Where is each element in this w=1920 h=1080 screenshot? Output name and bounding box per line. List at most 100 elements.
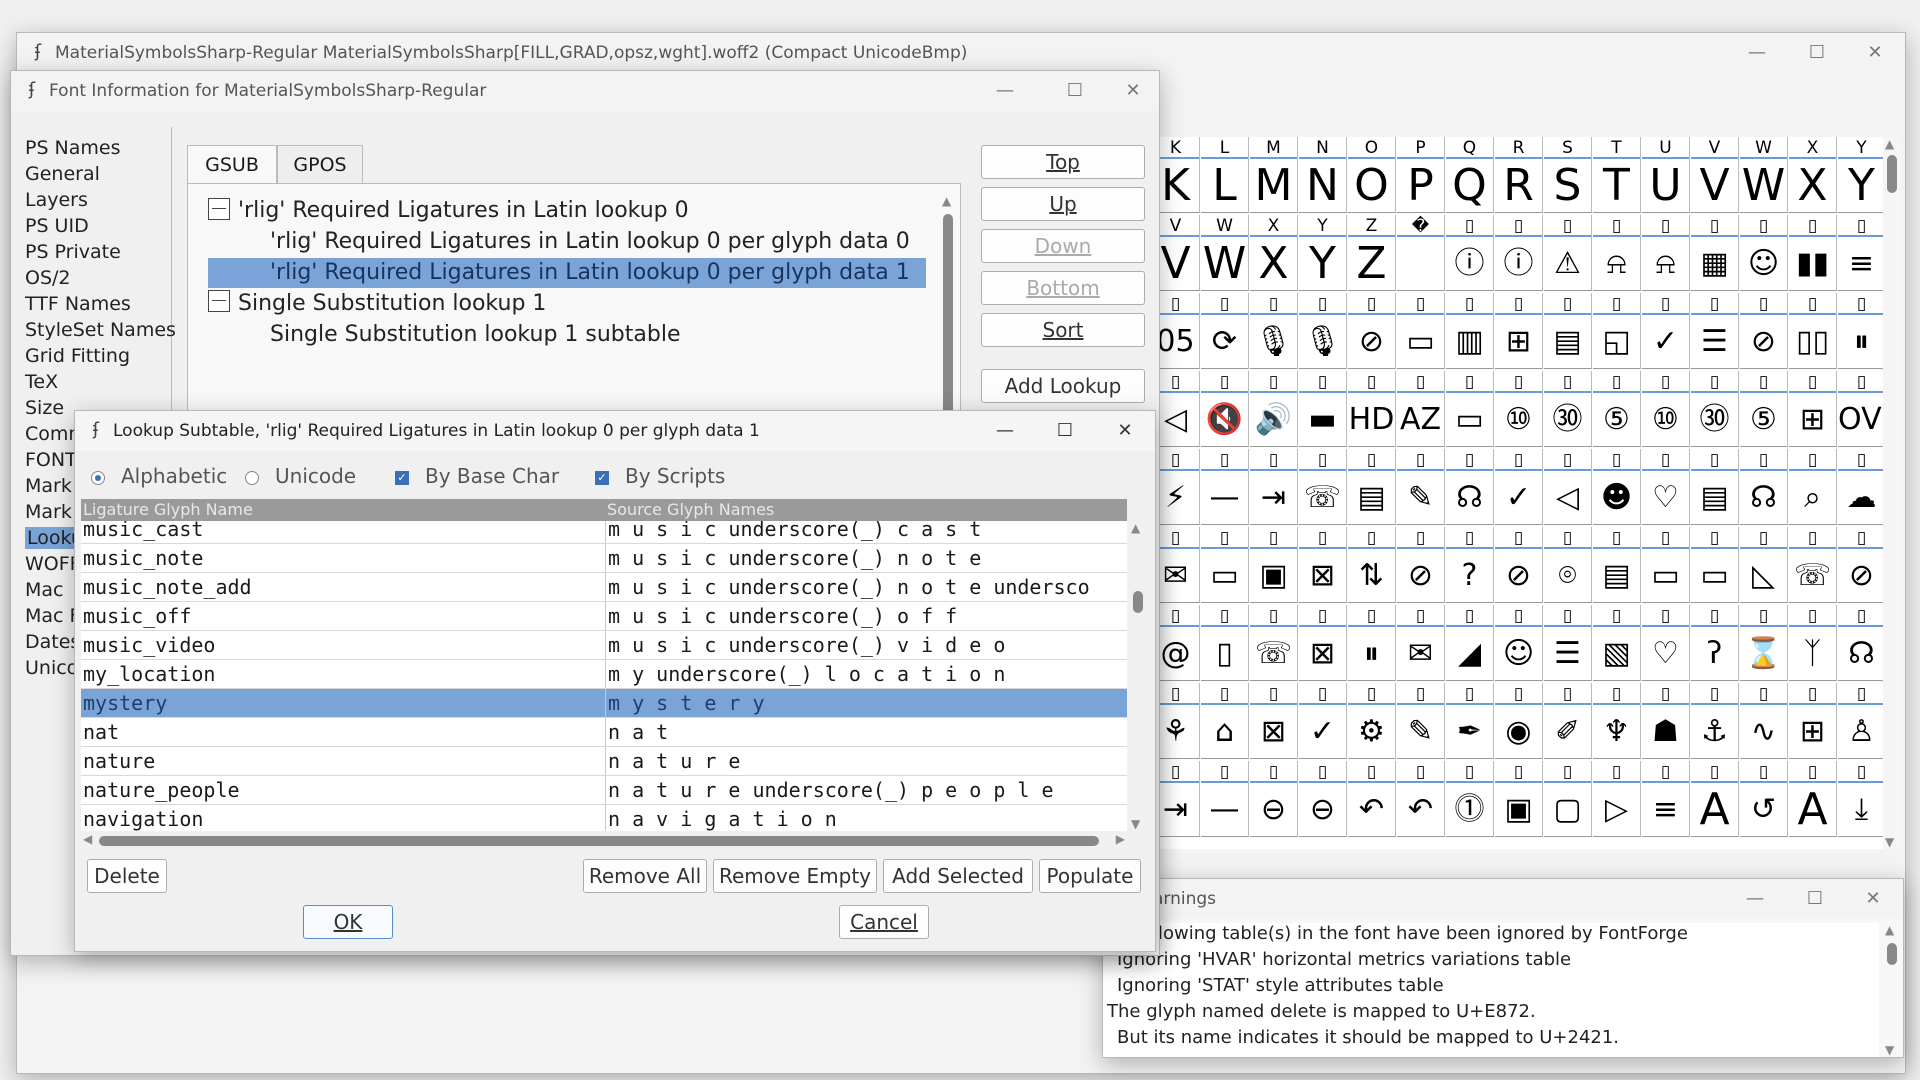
nav-item[interactable]: Comn [25,423,80,445]
scroll-up-arrow-icon[interactable]: ▲ [1885,137,1894,151]
unicode-label[interactable]: Unicode [275,464,356,488]
scroll-up-arrow-icon[interactable]: ▲ [942,194,951,208]
glyph-cell[interactable]: ▯ ☗ [1642,683,1690,759]
lookup-subtable-titlebar[interactable]: ʄ Lookup Subtable, 'rlig' Required Ligat… [75,411,1155,451]
table-row[interactable]: my_location m y underscore(_) l o c a t i… [81,660,1127,689]
scroll-thumb[interactable] [1133,591,1143,613]
minimize-icon[interactable]: — [975,73,1035,109]
glyph-cell[interactable]: ▯ ♡ [1642,449,1690,525]
glyph-cell[interactable]: ▯ ✉ [1397,605,1445,681]
glyph-cell[interactable]: ▯ ☁ [1838,449,1886,525]
glyph-cell[interactable]: ▯ A [1789,761,1837,837]
glyph-cell[interactable]: ▯ ☏ [1250,605,1298,681]
glyph-cell[interactable]: ▯ ✐ [1544,683,1592,759]
glyph-cell[interactable]: ▯ AZ [1397,371,1445,447]
glyph-cell[interactable]: ▯ ↺ [1740,761,1788,837]
glyph-cell[interactable]: WW [1740,137,1788,213]
ligature-glyph-name[interactable]: music_note_add [83,573,603,601]
ligature-glyph-name[interactable]: nature [83,747,603,775]
remove-empty-button[interactable]: Remove Empty [713,859,877,893]
glyph-cell[interactable]: ▯ ☏ [1789,527,1837,603]
glyph-cell[interactable]: ▯ ⊠ [1250,683,1298,759]
glyph-cell[interactable]: OO [1348,137,1396,213]
glyph-cell[interactable]: ▯ A [1691,761,1739,837]
ligature-glyph-name[interactable]: mystery [83,689,603,717]
glyph-cell[interactable]: ▯ ☻ [1593,449,1641,525]
glyph-cell[interactable]: ▯ ▤ [1691,449,1739,525]
glyph-cell[interactable]: ▯ ▭ [1201,527,1249,603]
source-glyph-names[interactable]: m u s i c underscore(_) n o t e [605,544,1127,572]
maximize-icon[interactable]: ☐ [1785,881,1845,917]
tab-gsub[interactable]: GSUB [187,145,277,184]
glyph-cell[interactable]: ▯ ♆ [1593,683,1641,759]
glyph-cell[interactable]: ▯ ✎ [1397,449,1445,525]
nav-item[interactable]: TeX [25,371,58,393]
nav-item[interactable]: Mark [25,475,72,497]
scroll-right-arrow-icon[interactable]: ▶ [1116,832,1125,846]
source-glyph-names[interactable]: m u s i c underscore(_) o f f [605,602,1127,630]
scroll-up-arrow-icon[interactable]: ▲ [1885,923,1894,937]
nav-item[interactable]: WOFF [25,553,81,575]
glyph-cell[interactable]: ▯ ⏸ [1838,293,1886,369]
glyph-cell[interactable]: ▯ ☊ [1446,449,1494,525]
glyph-cell[interactable]: ▯ ⊘ [1495,527,1543,603]
scroll-left-arrow-icon[interactable]: ◀ [83,832,92,846]
glyph-cell[interactable]: ▯ ⊠ [1299,527,1347,603]
glyph-cell[interactable]: ▯ ♡ [1642,605,1690,681]
nav-item[interactable]: PS Names [25,137,121,159]
minimize-icon[interactable]: — [975,413,1035,449]
tree-item[interactable]: 'rlig' Required Ligatures in Latin looku… [270,229,910,254]
source-glyph-names[interactable]: n a v i g a t i o n [605,805,1127,831]
glyph-cell[interactable]: ▯ ⑩ [1495,371,1543,447]
tree-item[interactable]: 'rlig' Required Ligatures in Latin looku… [238,198,689,223]
glyph-cell[interactable]: ▯ ▦ [1691,215,1739,291]
add-lookup-button[interactable]: Add Lookup [981,369,1145,403]
nav-item[interactable]: Dates [25,631,80,653]
nav-item[interactable]: TTF Names [25,293,131,315]
glyph-cell[interactable]: ▯ ʔ [1691,605,1739,681]
glyph-cell[interactable]: ▯ ▭ [1691,527,1739,603]
glyph-cell[interactable]: ▯ 🔇 [1201,371,1249,447]
close-icon[interactable]: ✕ [1103,73,1163,109]
ligature-table-hscroll[interactable]: ◀ ▶ [81,832,1127,849]
glyph-cell[interactable]: � [1397,215,1445,291]
source-glyph-names[interactable]: m y s t e r y [605,689,1127,717]
glyph-cell[interactable]: ▯ ⊘ [1740,293,1788,369]
nav-item[interactable]: Mark [25,501,72,523]
glyph-cell[interactable]: ▯ ⏸ [1348,605,1396,681]
glyph-cell[interactable]: ZZ [1348,215,1396,291]
nav-item[interactable]: Mac F [25,605,80,627]
glyph-cell[interactable]: WW [1201,215,1249,291]
scroll-thumb[interactable] [1887,943,1897,965]
close-icon[interactable]: ✕ [1843,881,1903,917]
scroll-down-arrow-icon[interactable]: ▼ [1885,835,1894,849]
glyph-cell[interactable]: ▯ ⚙ [1348,683,1396,759]
glyph-cell[interactable]: ▯ ☊ [1740,449,1788,525]
glyph-cell[interactable]: PP [1397,137,1445,213]
nav-item[interactable]: PS Private [25,241,121,263]
glyph-grid-scrollbar[interactable]: ▲ ▼ [1883,137,1901,849]
glyph-cell[interactable]: ▯ ⍾ [1593,215,1641,291]
nav-item[interactable]: Unico [25,657,78,679]
glyph-cell[interactable]: ▯ ☏ [1299,449,1347,525]
glyph-cell[interactable]: QQ [1446,137,1494,213]
glyph-cell[interactable]: ▯ ㉚ [1544,371,1592,447]
glyph-cell[interactable]: ▯ ∿ [1740,683,1788,759]
glyph-cell[interactable]: ▯ ᛉ [1789,605,1837,681]
glyph-cell[interactable]: ▯ ▥ [1446,293,1494,369]
source-glyph-names[interactable]: m u s i c underscore(_) c a s t [605,521,1127,543]
glyph-cell[interactable]: ▯ ☊ [1838,605,1886,681]
source-glyph-names[interactable]: n a t [605,718,1127,746]
glyph-cell[interactable]: KK [1158,137,1200,213]
glyph-cell[interactable]: ▯ OVR [1838,371,1900,447]
ok-button[interactable]: OK [303,905,393,939]
glyph-cell[interactable]: ▯ ▤ [1348,449,1396,525]
nav-item[interactable]: Layers [25,189,88,211]
glyph-cell[interactable]: ▯ ⊠ [1299,605,1347,681]
glyph-cell[interactable]: ▯ ▬ [1299,371,1347,447]
glyph-cell[interactable]: ▯ ▯ [1201,605,1249,681]
by-scripts-label[interactable]: By Scripts [625,464,725,488]
ligature-glyph-name[interactable]: my_location [83,660,603,688]
glyph-cell[interactable]: ▯ ☺ [1495,605,1543,681]
by-scripts-checkbox[interactable]: ✓ [595,471,609,485]
